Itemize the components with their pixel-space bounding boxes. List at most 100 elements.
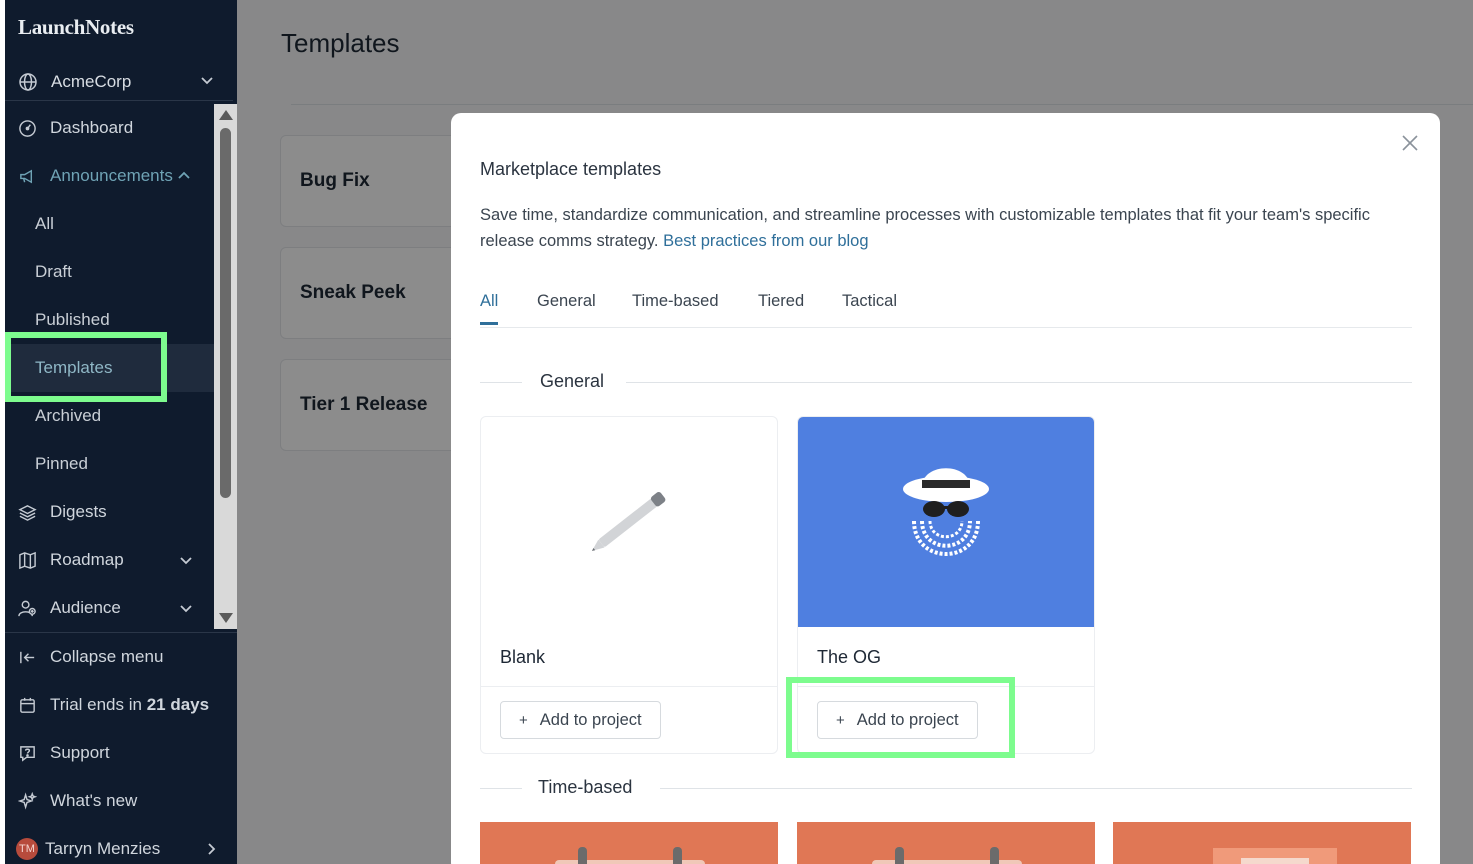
sidebar-item-label: Dashboard <box>50 118 134 137</box>
sidebar-scrollbar[interactable] <box>214 104 237 629</box>
tab-time-based[interactable]: Time-based <box>632 292 719 325</box>
sidebar-item-label: Roadmap <box>50 550 124 569</box>
chevron-down-icon <box>180 557 192 565</box>
tab-tactical[interactable]: Tactical <box>842 292 897 325</box>
template-card-time-based[interactable] <box>797 822 1095 864</box>
tab-all[interactable]: All <box>480 292 499 325</box>
sidebar-item-audience[interactable]: Audience <box>5 584 214 629</box>
sidebar-item-digests[interactable]: Digests <box>5 488 214 536</box>
close-icon[interactable] <box>1400 133 1420 153</box>
whats-new-button[interactable]: What's new <box>5 777 237 825</box>
collapse-menu-label: Collapse menu <box>50 647 164 666</box>
button-label: Add to project <box>856 710 959 729</box>
template-thumbnail <box>481 417 777 627</box>
sidebar-item-label: Pinned <box>35 454 88 473</box>
card-divider <box>481 686 777 687</box>
sidebar-item-label: All <box>35 214 54 233</box>
template-thumbnail <box>798 417 1094 627</box>
user-menu[interactable]: TM Tarryn Menzies <box>5 825 237 864</box>
section-general: General <box>480 371 1412 395</box>
template-name: The OG <box>817 647 882 667</box>
chevron-right-icon <box>208 843 216 855</box>
tab-general[interactable]: General <box>537 292 596 325</box>
map-icon <box>19 551 36 569</box>
plus-icon: + <box>836 711 845 729</box>
collapse-icon <box>20 651 35 663</box>
sparkles-icon <box>18 791 37 810</box>
template-card-the-og[interactable]: The OG + Add to project <box>797 416 1095 754</box>
sidebar-item-announcements[interactable]: Announcements <box>5 152 214 200</box>
sidebar-item-published[interactable]: Published <box>5 296 214 344</box>
scroll-down-arrow-icon[interactable] <box>219 613 233 623</box>
calendar-icon <box>20 697 35 713</box>
whats-new-label: What's new <box>50 791 138 810</box>
chevron-up-icon <box>178 171 190 179</box>
sidebar: LaunchNotes AcmeCorp Dashboard Announcem… <box>0 0 237 864</box>
template-card-time-based[interactable] <box>480 822 778 864</box>
plus-icon: + <box>519 711 528 729</box>
marketplace-templates-modal: Marketplace templates Save time, standar… <box>451 113 1440 864</box>
dashboard-icon <box>19 119 36 137</box>
document-icon <box>1213 848 1337 864</box>
trial-days: 21 days <box>146 695 210 714</box>
support-button[interactable]: Support <box>5 729 237 777</box>
calendar-icon <box>555 847 705 864</box>
section-divider <box>480 382 522 383</box>
section-time-based: Time-based <box>480 777 1412 801</box>
trial-status[interactable]: Trial ends in 21 days <box>5 681 237 729</box>
card-divider <box>798 686 1094 687</box>
add-to-project-button[interactable]: + Add to project <box>500 701 661 739</box>
sidebar-item-pinned[interactable]: Pinned <box>5 440 214 488</box>
chevron-down-icon <box>180 605 192 613</box>
support-label: Support <box>50 743 110 762</box>
megaphone-icon <box>20 169 33 183</box>
pencil-icon <box>591 492 666 551</box>
button-label: Add to project <box>539 710 642 729</box>
sidebar-item-label: Audience <box>50 598 121 617</box>
modal-title: Marketplace templates <box>480 159 662 179</box>
sidebar-item-draft[interactable]: Draft <box>5 248 214 296</box>
help-chat-icon <box>20 745 35 762</box>
collapse-menu-button[interactable]: Collapse menu <box>5 633 237 681</box>
hat-sunglasses-chain-icon <box>903 468 989 556</box>
sidebar-item-roadmap[interactable]: Roadmap <box>5 536 214 584</box>
sidebar-footer: Collapse menu Trial ends in 21 days Supp… <box>5 632 237 860</box>
template-card-time-based[interactable] <box>1113 822 1411 864</box>
sidebar-item-label: Announcements <box>50 166 173 185</box>
scroll-up-arrow-icon[interactable] <box>219 110 233 120</box>
template-card-blank[interactable]: Blank + Add to project <box>480 416 778 754</box>
sidebar-item-archived[interactable]: Archived <box>5 392 214 440</box>
section-divider <box>626 382 1412 383</box>
tab-tiered[interactable]: Tiered <box>758 292 804 325</box>
layers-icon <box>18 504 37 521</box>
globe-icon <box>19 72 37 91</box>
avatar: TM <box>16 838 38 860</box>
app-logo[interactable]: LaunchNotes <box>18 15 134 40</box>
template-tabs: All General Time-based Tiered Tactical <box>480 289 1412 328</box>
sidebar-item-all[interactable]: All <box>5 200 214 248</box>
chevron-down-icon <box>201 77 213 85</box>
add-to-project-button[interactable]: + Add to project <box>817 701 978 739</box>
user-name: Tarryn Menzies <box>45 839 161 858</box>
calendar-icon <box>872 847 1022 864</box>
section-title: General <box>540 371 605 391</box>
sidebar-nav: Dashboard Announcements All Draft Publis… <box>5 104 214 629</box>
section-divider <box>660 788 1412 789</box>
org-name: AcmeCorp <box>51 71 132 91</box>
sidebar-item-dashboard[interactable]: Dashboard <box>5 104 214 152</box>
blog-link[interactable]: Best practices from our blog <box>663 232 868 250</box>
description-text: Save time, standardize communication, an… <box>480 206 1370 250</box>
sidebar-item-label: Draft <box>35 262 72 281</box>
section-title: Time-based <box>538 777 633 797</box>
sidebar-item-label: Archived <box>35 406 102 425</box>
sidebar-item-label: Templates <box>35 358 113 377</box>
org-switcher[interactable]: AcmeCorp <box>5 63 233 101</box>
modal-description: Save time, standardize communication, an… <box>480 202 1400 254</box>
template-name: Blank <box>500 647 546 667</box>
scrollbar-thumb[interactable] <box>220 128 231 498</box>
trial-label: Trial ends in <box>50 695 142 714</box>
sidebar-item-label: Published <box>35 310 110 329</box>
sidebar-item-templates[interactable]: Templates <box>5 344 214 392</box>
section-divider <box>480 788 522 789</box>
sidebar-item-label: Digests <box>50 502 107 521</box>
